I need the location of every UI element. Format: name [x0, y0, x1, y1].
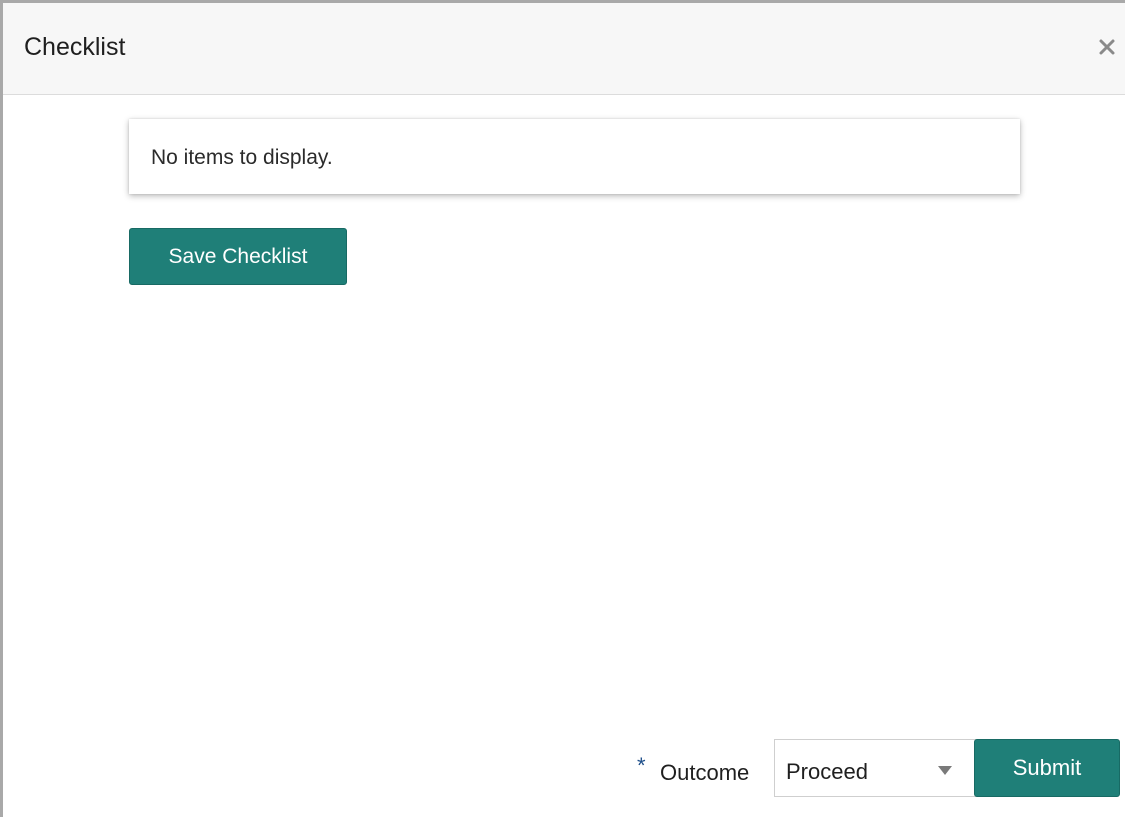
- dialog-title: Checklist: [24, 33, 126, 61]
- empty-message: No items to display.: [151, 146, 333, 169]
- checklist-dialog: Checklist No items to display. Save Chec…: [0, 0, 1125, 817]
- save-checklist-button[interactable]: Save Checklist: [129, 228, 347, 285]
- outcome-selected-value: Proceed: [786, 759, 868, 784]
- required-marker: *: [637, 753, 646, 778]
- close-icon: [1099, 39, 1115, 55]
- outcome-label: Outcome: [660, 760, 750, 785]
- dialog-header: Checklist: [3, 3, 1125, 95]
- chevron-down-icon: [938, 766, 952, 775]
- checklist-panel: No items to display.: [129, 119, 1020, 194]
- close-button[interactable]: [1093, 33, 1121, 61]
- outcome-select[interactable]: Proceed: [774, 739, 977, 797]
- submit-button[interactable]: Submit: [974, 739, 1120, 797]
- dialog-footer: * Outcome Proceed Submit: [3, 739, 1125, 799]
